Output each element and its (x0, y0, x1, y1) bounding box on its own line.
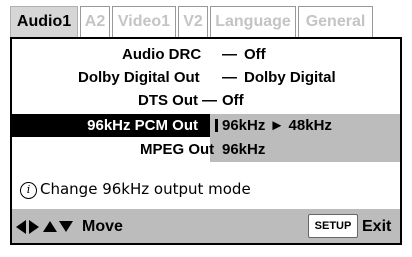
setting-row-audio-drc[interactable]: Audio DRC — Off (12, 43, 400, 66)
tab-audio1[interactable]: Audio1 (10, 6, 78, 37)
separator-dash: — (222, 46, 237, 63)
tab-language[interactable]: Language (210, 6, 296, 37)
setting-label-dolby-digital-out: Dolby Digital Out (78, 69, 200, 86)
selected-highlight: 96kHz PCM Out (12, 114, 210, 137)
setting-row-dts-out[interactable]: DTS Out — Off (12, 89, 400, 112)
setting-label-mpeg-out: MPEG Out (140, 141, 215, 158)
setting-row-96khz-pcm-out[interactable]: 96kHz PCM Out 96kHz ► 48kHz (12, 114, 400, 137)
tab-video1[interactable]: Video1 (112, 6, 176, 37)
hint-line: i Change 96kHz output mode (20, 178, 251, 200)
setting-row-dolby-digital-out[interactable]: Dolby Digital Out — Dolby Digital (12, 66, 400, 89)
hint-text: Change 96kHz output mode (40, 180, 251, 198)
setting-label-audio-drc: Audio DRC (122, 46, 202, 63)
exit-label: Exit (362, 218, 392, 235)
separator-dash: — (202, 92, 217, 109)
arrow-right-icon (29, 220, 39, 234)
settings-panel: Audio DRC — Off Dolby Digital Out — Dolb… (10, 37, 402, 245)
setting-label-96khz-pcm-out: 96kHz PCM Out (87, 117, 198, 134)
arrow-up-icon (43, 221, 57, 232)
option-96khz[interactable]: 96kHz (222, 138, 265, 161)
setting-label-dts-out: DTS Out (138, 92, 198, 109)
setting-value-audio-drc: Off (244, 46, 266, 63)
setup-key[interactable]: SETUP (308, 214, 358, 238)
arrow-down-icon (59, 221, 73, 232)
arrow-left-icon (16, 220, 26, 234)
tab-v2[interactable]: V2 (178, 6, 208, 37)
option-cursor (215, 119, 218, 132)
setting-value-dolby-digital-out: Dolby Digital (244, 69, 336, 86)
setup-osd-screen: Audio1 A2 Video1 V2 Language General Aud… (0, 0, 412, 257)
tab-general[interactable]: General (298, 6, 373, 37)
footer-bar: Move SETUP Exit (12, 209, 400, 243)
setting-value-dts-out: Off (222, 92, 244, 109)
option-96khz-to-48khz[interactable]: 96kHz ► 48kHz (222, 114, 332, 137)
setting-row-mpeg-out[interactable]: MPEG Out 96kHz (12, 138, 400, 161)
tab-a2[interactable]: A2 (80, 6, 110, 37)
move-label: Move (82, 218, 123, 235)
tab-bar: Audio1 A2 Video1 V2 Language General (10, 6, 402, 37)
info-icon: i (20, 182, 37, 199)
separator-dash: — (222, 69, 237, 86)
